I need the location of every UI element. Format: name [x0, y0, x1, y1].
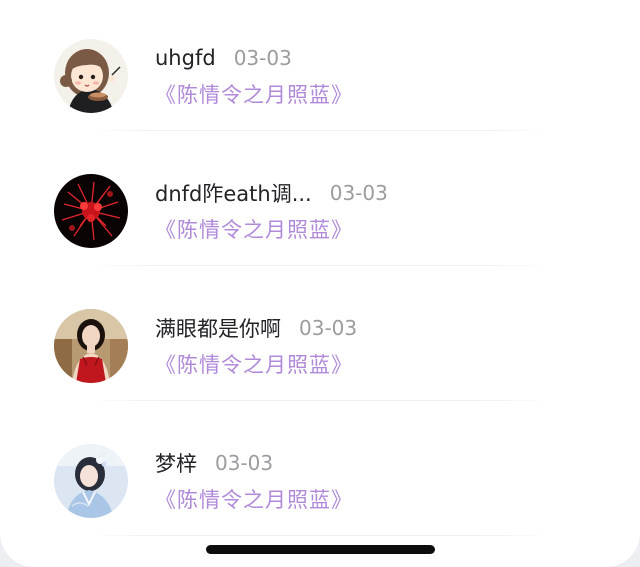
work-title-link[interactable]: 《陈情令之月照蓝》: [155, 79, 353, 109]
comment-header: dnfd阼eath调... 03-03: [155, 179, 388, 207]
hanfu-girl-avatar-icon: [54, 444, 128, 518]
comment-date: 03-03: [215, 451, 274, 475]
avatar[interactable]: [54, 309, 128, 383]
user-name[interactable]: 满眼都是你啊: [155, 313, 281, 343]
list-item[interactable]: dnfd阼eath调... 03-03 《陈情令之月照蓝》: [0, 135, 640, 270]
work-title-link[interactable]: 《陈情令之月照蓝》: [155, 214, 353, 244]
red-spider-lily-avatar-icon: [54, 174, 128, 248]
divider: [90, 130, 550, 131]
home-indicator[interactable]: [206, 545, 435, 554]
work-title-link[interactable]: 《陈情令之月照蓝》: [155, 349, 353, 379]
comment-list: uhgfd 03-03 《陈情令之月照蓝》 dnfd阼eath调... 03-0…: [0, 0, 640, 567]
comment-header: 梦梓 03-03: [155, 449, 273, 477]
user-name[interactable]: 梦梓: [155, 448, 197, 478]
woman-red-dress-avatar-icon: [54, 309, 128, 383]
avatar[interactable]: [54, 39, 128, 113]
avatar[interactable]: [54, 444, 128, 518]
list-item[interactable]: 梦梓 03-03 《陈情令之月照蓝》: [0, 405, 640, 540]
comment-date: 03-03: [299, 316, 358, 340]
avatar[interactable]: [54, 174, 128, 248]
list-item[interactable]: 满眼都是你啊 03-03 《陈情令之月照蓝》: [0, 270, 640, 405]
divider: [90, 535, 550, 536]
user-name[interactable]: dnfd阼eath调...: [155, 178, 312, 208]
comment-header: uhgfd 03-03: [155, 44, 292, 72]
divider: [90, 400, 550, 401]
divider: [90, 265, 550, 266]
comment-date: 03-03: [233, 46, 292, 70]
list-item[interactable]: uhgfd 03-03 《陈情令之月照蓝》: [0, 0, 640, 135]
comment-date: 03-03: [329, 181, 388, 205]
comment-header: 满眼都是你啊 03-03: [155, 314, 357, 342]
user-name[interactable]: uhgfd: [155, 46, 216, 70]
cartoon-girl-avatar-icon: [54, 39, 128, 113]
work-title-link[interactable]: 《陈情令之月照蓝》: [155, 484, 353, 514]
